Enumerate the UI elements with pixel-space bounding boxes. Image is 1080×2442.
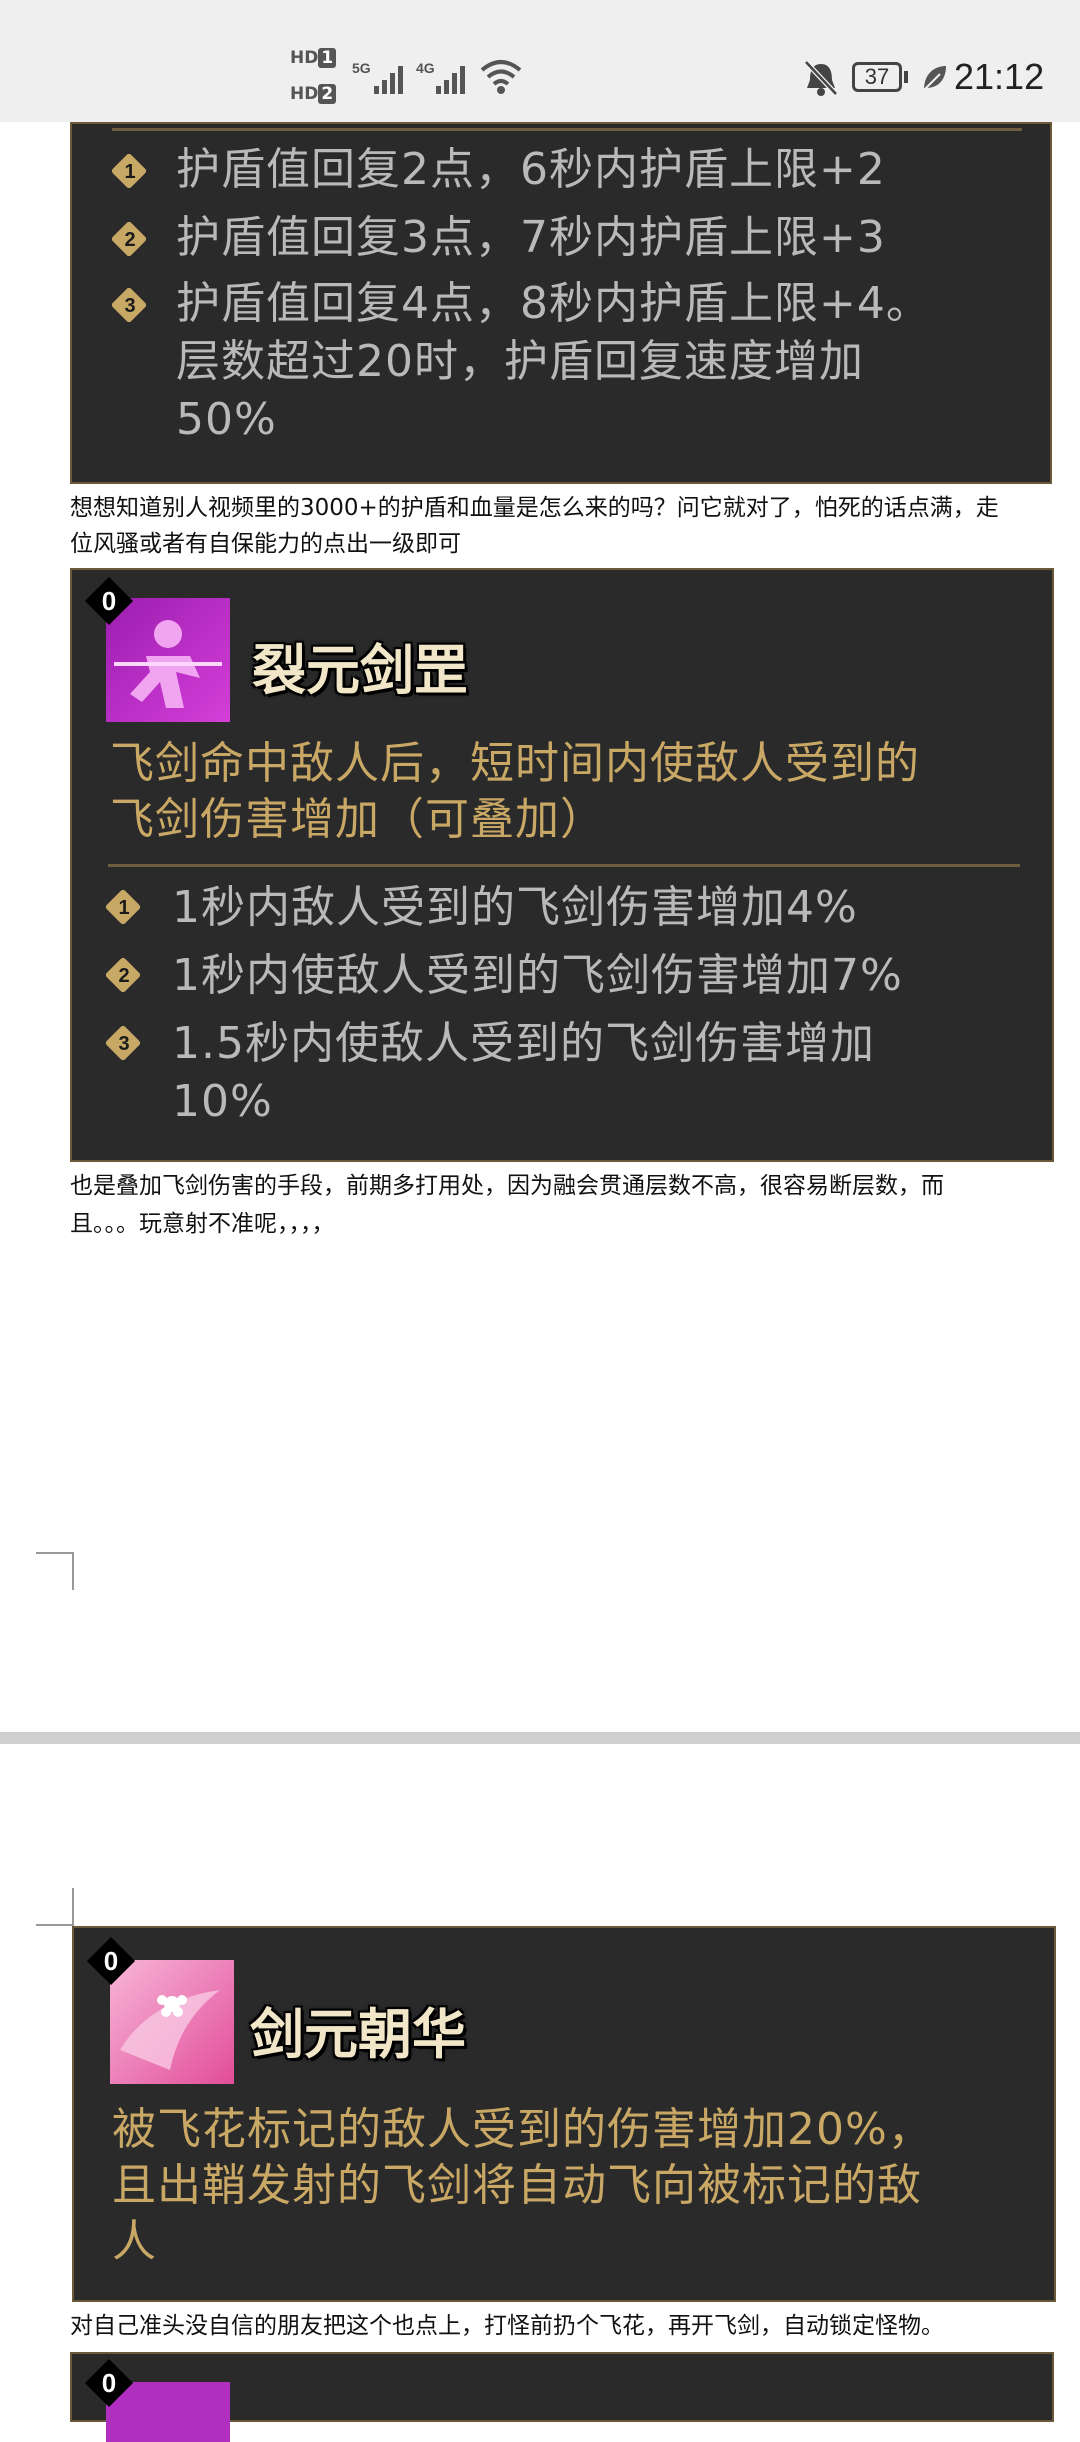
level-zero-badge: 0 [84, 576, 134, 626]
paragraph-3-line1: 对自己准头没自信的朋友把这个也点上，打怪前扔个飞花，再开飞剑，自动锁定怪物。 [70, 2313, 944, 2339]
level-1-text: 护盾值回复2点，6秒内护盾上限+2 [176, 144, 886, 195]
page-break-divider [0, 1732, 1080, 1744]
skill-desc-line1: 飞剑命中敌人后，短时间内使敌人受到的 [110, 738, 920, 789]
skill-card-next: 0 [70, 2352, 1054, 2442]
card-divider [108, 864, 1020, 867]
paragraph-1-line1: 想想知道别人视频里的3000+的护盾和血量是怎么来的吗？问它就对了，怕死的话点满… [70, 495, 999, 521]
level-3-text-line1: 1.5秒内使敌人受到的飞剑伤害增加 [172, 1018, 875, 1069]
level-1-icon: 1 [110, 152, 148, 190]
level-3-text-line3: 50% [176, 394, 277, 445]
signal-icon-2 [436, 66, 465, 94]
network-5g-label: 5G [352, 60, 371, 76]
wifi-icon [480, 60, 522, 94]
skill-card-lieyuan: 0 裂元剑罡 飞剑命中敌人后，短时间内使敌人受到的 飞剑伤害增加（可叠加） 1 … [70, 568, 1054, 1162]
leaf-icon [923, 66, 946, 91]
level-1-text: 1秒内敌人受到的飞剑伤害增加4% [172, 882, 858, 933]
level-3-text-line2: 10% [172, 1076, 273, 1127]
level-2-icon: 2 [110, 220, 148, 258]
level-2-text: 护盾值回复3点，7秒内护盾上限+3 [176, 212, 886, 263]
page-corner-mark [36, 1888, 74, 1926]
skill-desc-line1: 被飞花标记的敌人受到的伤害增加20%， [112, 2104, 933, 2155]
card-divider [112, 128, 1022, 131]
level-zero-badge: 0 [84, 2358, 134, 2408]
skill-card-jianyuan: 0 剑元朝华 被飞花标记的敌人受到的伤害增加20%， 且出鞘发射的飞剑将自动飞向… [72, 1926, 1056, 2302]
status-bar: HD 1 HD 2 5G 4G 37 21:12 [0, 0, 1080, 122]
skill-card-shield: 1 护盾值回复2点，6秒内护盾上限+2 2 护盾值回复3点，7秒内护盾上限+3 … [70, 122, 1052, 484]
level-3-icon: 3 [110, 286, 148, 324]
battery-level: 37 [864, 64, 890, 89]
skill-desc-line3: 人 [112, 2216, 157, 2267]
paragraph-2-line1: 也是叠加飞剑伤害的手段，前期多打用处，因为融会贯通层数不高，很容易断层数，而 [70, 1173, 944, 1199]
skill-desc-line2: 飞剑伤害增加（可叠加） [110, 794, 605, 845]
battery-tip [904, 71, 908, 83]
level-3-text-line2: 层数超过20时，护盾回复速度增加 [176, 336, 864, 387]
skill-title-jianyuan: 剑元朝华 [250, 2003, 466, 2066]
hd2-indicator: HD 2 [290, 84, 339, 104]
mute-bell-icon [804, 60, 838, 96]
page-corner-mark [36, 1552, 74, 1590]
paragraph-1-line2: 位风骚或者有自保能力的点出一级即可 [70, 531, 461, 557]
battery-icon: 37 [852, 62, 902, 92]
clock: 21:12 [954, 56, 1045, 97]
level-1-icon: 1 [104, 888, 142, 926]
paragraph-2-line2: 且。。。玩意射不准呢，，，， [70, 1211, 335, 1237]
level-zero-badge: 0 [86, 1936, 136, 1986]
level-2-text: 1秒内使敌人受到的飞剑伤害增加7% [172, 950, 903, 1001]
signal-icon [374, 66, 403, 94]
skill-title-lieyuan: 裂元剑罡 [252, 639, 468, 702]
level-2-icon: 2 [104, 956, 142, 994]
level-3-text-line1: 护盾值回复4点，8秒内护盾上限+4。 [176, 278, 931, 329]
network-4g-label: 4G [416, 60, 435, 76]
hd1-indicator: HD 1 [290, 48, 339, 68]
skill-desc-line2: 且出鞘发射的飞剑将自动飞向被标记的敌 [112, 2160, 922, 2211]
level-3-icon: 3 [104, 1024, 142, 1062]
